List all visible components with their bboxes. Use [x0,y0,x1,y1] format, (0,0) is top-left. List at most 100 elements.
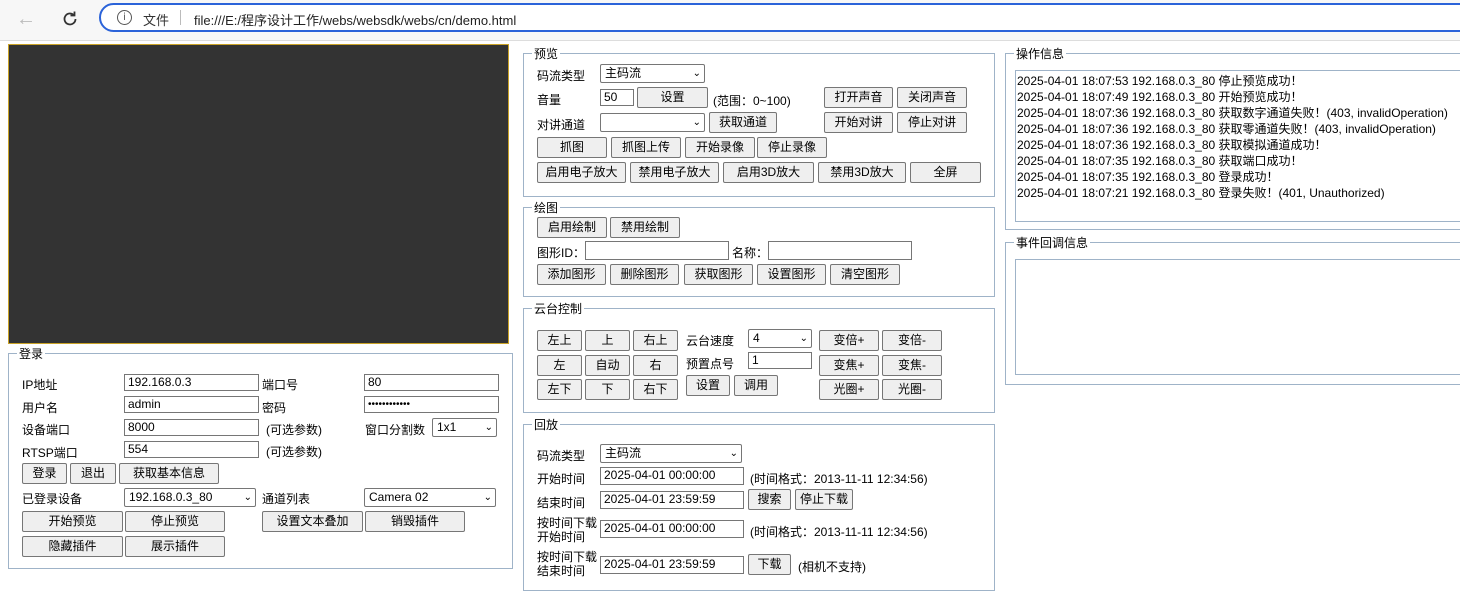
password-input[interactable]: •••••••••••• [364,396,499,413]
chevron-down-icon: ⌄ [692,117,701,128]
enable-draw-button[interactable]: 启用绘制 [537,217,607,238]
end-time-input[interactable]: 2025-04-01 23:59:59 [600,491,744,509]
device-port-hint: (可选参数) [266,423,322,437]
port-input[interactable]: 80 [364,374,499,391]
operation-log[interactable]: 2025-04-01 18:07:53 192.168.0.3_80 停止预览成… [1015,70,1460,222]
disable-draw-button[interactable]: 禁用绘制 [610,217,680,238]
preset-set-button[interactable]: 设置 [686,375,730,396]
delete-shape-button[interactable]: 删除图形 [610,264,679,285]
ptz-right-button[interactable]: 右 [633,355,678,376]
playback-stream-type-select[interactable]: 主码流 ⌄ [600,444,742,463]
iris-out-button[interactable]: 光圈- [882,379,942,400]
download-button[interactable]: 下载 [748,554,791,575]
logged-device-label: 已登录设备 [22,492,83,506]
split-select[interactable]: 1x1 ⌄ [432,418,497,437]
fullscreen-button[interactable]: 全屏 [910,162,981,183]
ptz-down-right-button[interactable]: 右下 [633,379,678,400]
iris-in-button[interactable]: 光圈+ [819,379,879,400]
enable-3d-zoom-button[interactable]: 启用3D放大 [723,162,814,183]
set-shape-button[interactable]: 设置图形 [757,264,826,285]
reload-icon[interactable] [56,6,84,32]
ptz-left-button[interactable]: 左 [537,355,582,376]
start-talk-button[interactable]: 开始对讲 [824,112,893,133]
back-arrow-icon[interactable]: ← [12,6,40,32]
focus-out-button[interactable]: 变焦- [882,355,942,376]
video-plugin-area[interactable] [8,44,509,344]
focus-in-button[interactable]: 变焦+ [819,355,879,376]
capture-button[interactable]: 抓图 [537,137,607,158]
channel-list-select[interactable]: Camera 02 ⌄ [364,488,496,507]
ptz-down-left-button[interactable]: 左下 [537,379,582,400]
download-start-label-line2: 开始时间 [537,530,586,544]
volume-range-hint: (范围：0~100) [713,94,791,108]
clear-shape-button[interactable]: 清空图形 [830,264,900,285]
log-line: 2025-04-01 18:07:36 192.168.0.3_80 获取数字通… [1017,106,1448,120]
ptz-up-left-button[interactable]: 左上 [537,330,582,351]
disable-ezoom-button[interactable]: 禁用电子放大 [630,162,719,183]
get-shape-button[interactable]: 获取图形 [684,264,753,285]
ptz-speed-select[interactable]: 4 ⌄ [748,329,812,348]
enable-ezoom-button[interactable]: 启用电子放大 [537,162,626,183]
address-bar[interactable]: i 文件 file:///E:/程序设计工作/webs/websdk/webs/… [99,3,1460,32]
zoom-in-button[interactable]: 变倍+ [819,330,879,351]
preview-stream-type-select[interactable]: 主码流 ⌄ [600,64,705,83]
volume-label: 音量 [537,93,562,107]
log-line: 2025-04-01 18:07:35 192.168.0.3_80 登录成功！ [1017,170,1279,184]
event-log[interactable] [1015,259,1460,375]
ptz-up-button[interactable]: 上 [585,330,630,351]
url-text[interactable]: file:///E:/程序设计工作/webs/websdk/webs/cn/de… [194,10,516,29]
start-time-label: 开始时间 [537,472,586,486]
split-label: 窗口分割数 [365,423,426,437]
shape-id-label: 图形ID： [537,246,586,260]
search-button[interactable]: 搜索 [748,489,791,510]
get-basic-info-button[interactable]: 获取基本信息 [119,463,219,484]
info-icon[interactable]: i [117,10,132,25]
zoom-out-button[interactable]: 变倍- [882,330,942,351]
rtsp-port-input[interactable]: 554 [124,441,259,458]
preset-call-button[interactable]: 调用 [734,375,778,396]
logged-device-select[interactable]: 192.168.0.3_80 ⌄ [124,488,256,507]
browser-toolbar: ← i 文件 file:///E:/程序设计工作/webs/websdk/web… [0,0,1460,41]
start-record-button[interactable]: 开始录像 [685,137,755,158]
logout-button[interactable]: 退出 [70,463,116,484]
get-channel-button[interactable]: 获取通道 [709,112,777,133]
preview-legend: 预览 [534,47,559,61]
login-button[interactable]: 登录 [22,463,67,484]
start-preview-button[interactable]: 开始预览 [22,511,123,532]
chevron-down-icon: ⌄ [243,492,252,503]
shape-id-input[interactable] [585,241,729,260]
stop-download-button[interactable]: 停止下载 [795,489,853,510]
log-line: 2025-04-01 18:07:36 192.168.0.3_80 获取零通道… [1017,122,1436,136]
volume-set-button[interactable]: 设置 [637,87,708,108]
disable-3d-zoom-button[interactable]: 禁用3D放大 [818,162,906,183]
download-end-input[interactable]: 2025-04-01 23:59:59 [600,556,744,574]
device-port-input[interactable]: 8000 [124,419,259,436]
capture-upload-button[interactable]: 抓图上传 [611,137,681,158]
operation-info-legend: 操作信息 [1016,47,1065,61]
add-shape-button[interactable]: 添加图形 [537,264,606,285]
talk-channel-select[interactable]: ⌄ [600,113,705,132]
shape-name-input[interactable] [768,241,912,260]
stop-record-button[interactable]: 停止录像 [757,137,827,158]
show-plugin-button[interactable]: 展示插件 [125,536,225,557]
stop-preview-button[interactable]: 停止预览 [125,511,225,532]
start-time-input[interactable]: 2025-04-01 00:00:00 [600,467,744,485]
download-start-input[interactable]: 2025-04-01 00:00:00 [600,520,744,538]
destroy-plugin-button[interactable]: 销毁插件 [365,511,465,532]
close-sound-button[interactable]: 关闭声音 [897,87,967,108]
ptz-down-button[interactable]: 下 [585,379,630,400]
ptz-up-right-button[interactable]: 右上 [633,330,678,351]
stop-talk-button[interactable]: 停止对讲 [897,112,967,133]
open-sound-button[interactable]: 打开声音 [824,87,893,108]
ptz-legend: 云台控制 [534,302,583,316]
hide-plugin-button[interactable]: 隐藏插件 [22,536,123,557]
ptz-auto-button[interactable]: 自动 [585,355,630,376]
preview-stream-type-label: 码流类型 [537,69,586,83]
preset-input[interactable]: 1 [748,352,812,369]
username-input[interactable]: admin [124,396,259,413]
volume-input[interactable]: 50 [600,89,634,106]
log-line: 2025-04-01 18:07:49 192.168.0.3_80 开始预览成… [1017,90,1303,104]
login-legend: 登录 [19,347,44,361]
osd-text-button[interactable]: 设置文本叠加 [262,511,363,532]
ip-input[interactable]: 192.168.0.3 [124,374,259,391]
